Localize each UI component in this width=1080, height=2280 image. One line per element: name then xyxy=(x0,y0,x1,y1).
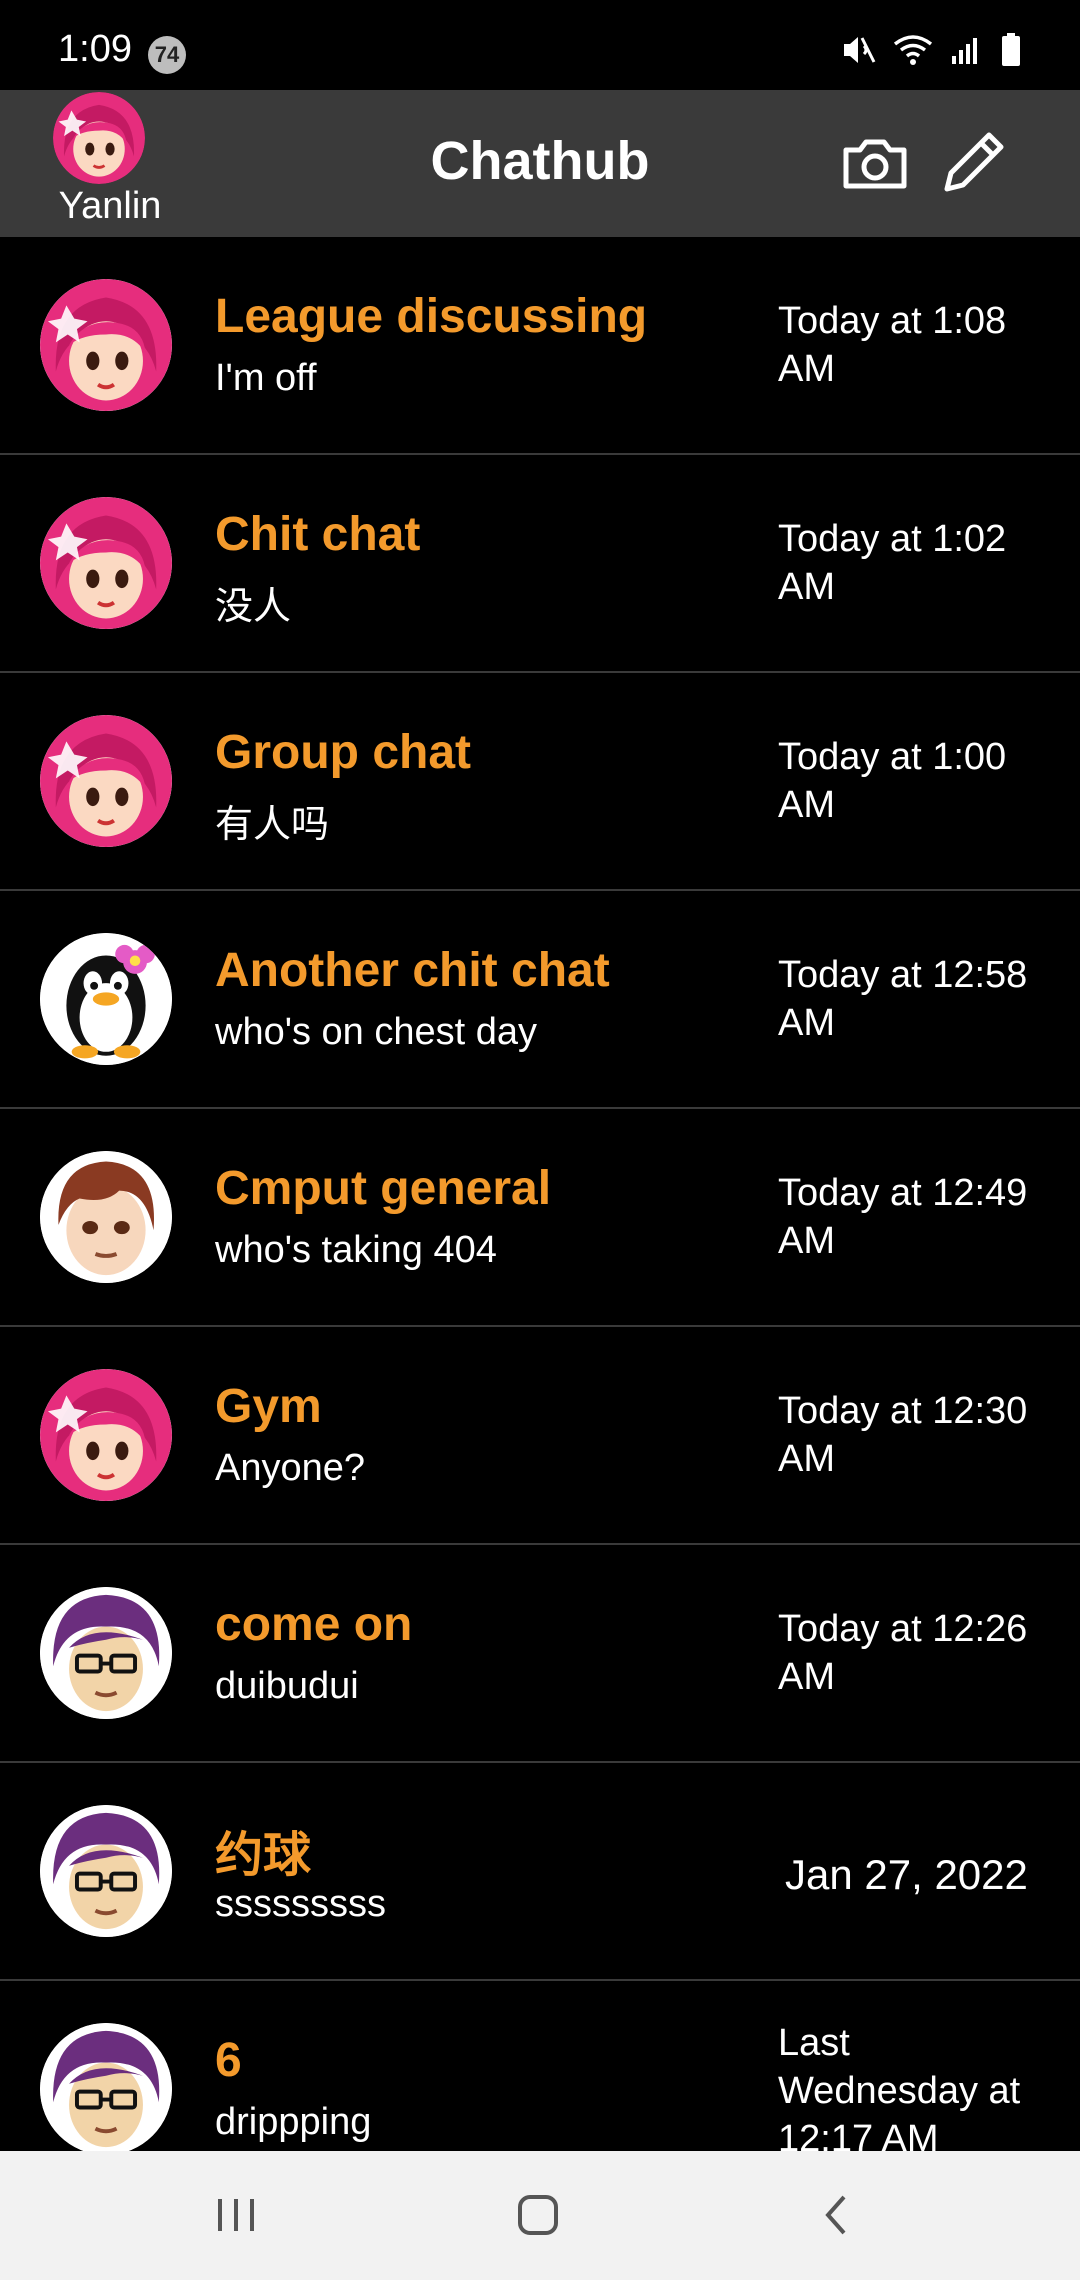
chat-list-item[interactable]: Gym Anyone? Today at 12:30 AM xyxy=(0,1327,1080,1545)
chat-title: Chit chat xyxy=(215,508,421,561)
avatar xyxy=(40,715,172,847)
chat-list: League discussing I'm off Today at 1:08 … xyxy=(0,237,1080,2151)
avatar xyxy=(40,933,172,1065)
avatar xyxy=(40,1587,172,1719)
chat-last-message: drippping xyxy=(215,2101,372,2143)
chat-title: come on xyxy=(215,1598,413,1651)
chat-timestamp: Today at 12:30 AM xyxy=(778,1390,1028,1480)
home-icon xyxy=(518,2195,558,2235)
chat-list-item[interactable]: Group chat 有人吗 Today at 1:00 AM xyxy=(0,673,1080,891)
chat-list-item[interactable]: come on duibudui Today at 12:26 AM xyxy=(0,1545,1080,1763)
app-bar: Yanlin Chathub xyxy=(0,90,1080,237)
camera-icon xyxy=(843,139,907,189)
avatar xyxy=(40,279,172,411)
chat-title: Gym xyxy=(215,1380,322,1433)
wifi-icon xyxy=(893,35,933,65)
status-time: 1:09 xyxy=(58,28,132,70)
chat-timestamp: Last Wednesday at 12:17 AM xyxy=(778,2022,1021,2151)
avatar xyxy=(40,1369,172,1501)
system-nav-bar xyxy=(0,2151,1080,2280)
battery-icon xyxy=(1002,33,1020,66)
chat-title: 6 xyxy=(215,2034,242,2087)
mute-icon xyxy=(844,37,876,63)
chat-title: Another chit chat xyxy=(215,944,610,997)
chat-timestamp: Today at 12:26 AM xyxy=(778,1608,1028,1698)
chat-title: 约球 xyxy=(215,1829,312,1882)
chat-title: Cmput general xyxy=(215,1162,552,1215)
avatar xyxy=(40,1151,172,1283)
chat-list-item[interactable]: League discussing I'm off Today at 1:08 … xyxy=(0,237,1080,455)
chat-list-item[interactable]: 约球 sssssssss Jan 27, 2022 xyxy=(0,1763,1080,1981)
compose-button[interactable] xyxy=(935,125,1011,201)
status-bar: 1:09 74 xyxy=(0,0,1080,90)
chat-last-message: sssssssss xyxy=(215,1883,386,1925)
avatar xyxy=(40,2023,172,2151)
chat-timestamp: Today at 1:02 AM xyxy=(778,518,1007,608)
app-title: Chathub xyxy=(430,131,650,191)
chat-title: Group chat xyxy=(215,726,472,779)
back-icon xyxy=(825,2195,846,2235)
chat-last-message: Anyone? xyxy=(215,1447,366,1489)
chat-list-item[interactable]: Chit chat 没人 Today at 1:02 AM xyxy=(0,455,1080,673)
recent-apps-icon xyxy=(218,2199,254,2231)
chat-last-message: who's on chest day xyxy=(215,1011,537,1053)
chat-list-item[interactable]: Another chit chat who's on chest day Tod… xyxy=(0,891,1080,1109)
status-icons xyxy=(840,30,1022,70)
pencil-icon xyxy=(944,132,1004,192)
chat-timestamp: Today at 12:49 AM xyxy=(778,1172,1028,1262)
chat-list-item[interactable]: 6 drippping Last Wednesday at 12:17 AM xyxy=(0,1981,1080,2151)
chat-last-message: who's taking 404 xyxy=(215,1229,497,1271)
chat-last-message: 有人吗 xyxy=(215,804,330,846)
chat-timestamp: Jan 27, 2022 xyxy=(785,1851,1028,1898)
signal-icon xyxy=(952,38,977,64)
chat-timestamp: Today at 12:58 AM xyxy=(778,954,1028,1044)
camera-button[interactable] xyxy=(840,130,910,196)
avatar xyxy=(40,1805,172,1937)
back-button[interactable] xyxy=(808,2185,868,2245)
notification-count-badge: 74 xyxy=(148,36,186,74)
chat-timestamp: Today at 1:08 AM xyxy=(778,300,1007,390)
chat-last-message: duibudui xyxy=(215,1665,359,1707)
avatar xyxy=(40,497,172,629)
chat-last-message: I'm off xyxy=(215,357,317,399)
home-button[interactable] xyxy=(508,2185,568,2245)
recent-apps-button[interactable] xyxy=(206,2185,266,2245)
chat-title: League discussing xyxy=(215,290,648,343)
chat-last-message: 没人 xyxy=(215,586,292,628)
chat-list-item[interactable]: Cmput general who's taking 404 Today at … xyxy=(0,1109,1080,1327)
chat-timestamp: Today at 1:00 AM xyxy=(778,736,1007,826)
